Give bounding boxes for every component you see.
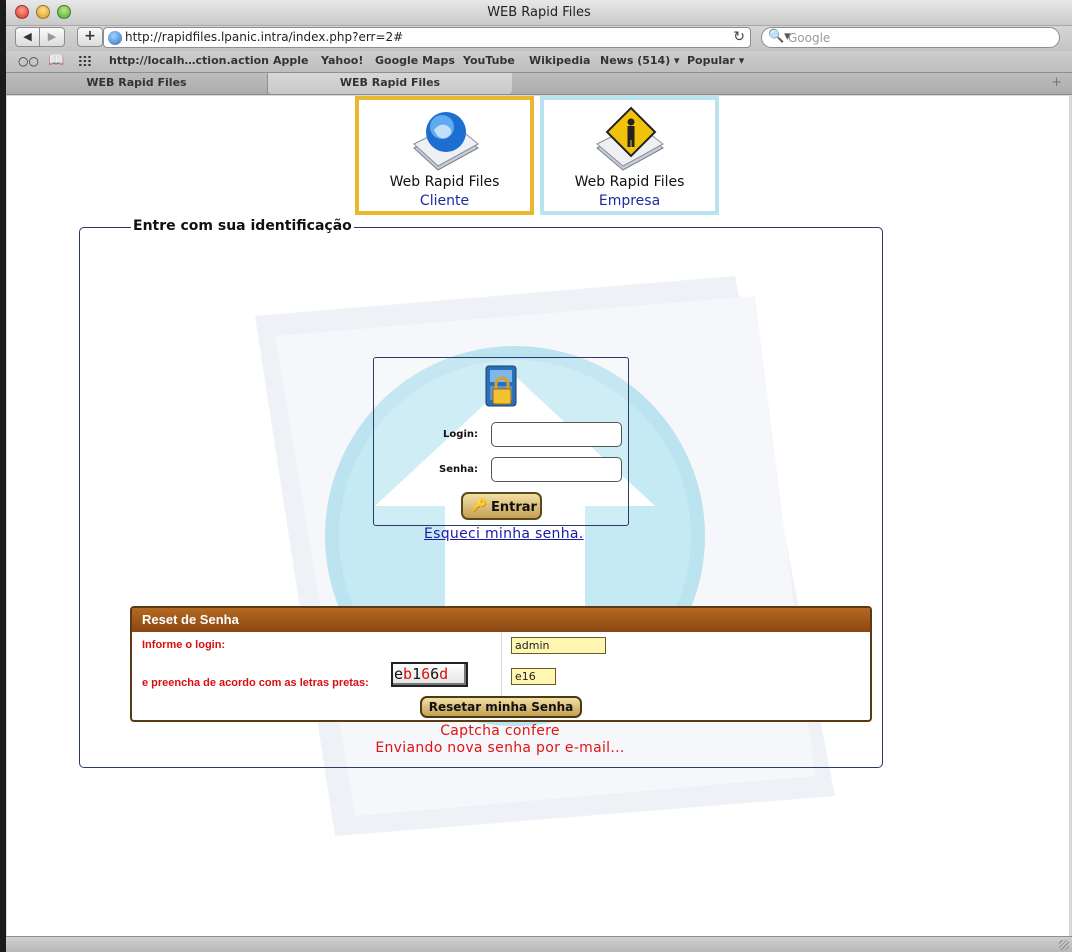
tab-web-rapid-files-1[interactable]: WEB Rapid Files	[6, 73, 268, 94]
add-bookmark-button[interactable]: +	[77, 27, 103, 47]
title-bar: WEB Rapid Files	[6, 0, 1072, 26]
captcha-char: 6	[421, 665, 431, 683]
bookmarks-bar: ○○ 📖 http://localh…ction.action Apple Ya…	[6, 51, 1072, 73]
cliente-tile[interactable]: Web Rapid Files Cliente	[355, 96, 534, 215]
address-bar[interactable]: http://rapidfiles.lpanic.intra/index.php…	[103, 27, 751, 48]
bookmark-item[interactable]: http://localh…ction.action	[109, 54, 269, 67]
bookmark-item[interactable]: Apple	[273, 54, 309, 67]
reset-panel-title: Reset de Senha	[142, 612, 239, 627]
informe-login-label: Informe o login:	[142, 639, 226, 651]
cliente-tile-title: Web Rapid Files	[389, 174, 500, 190]
forgot-password-link[interactable]: Esqueci minha senha.	[424, 526, 584, 542]
status-bar	[6, 936, 1072, 952]
reset-panel-header: Reset de Senha	[132, 608, 870, 632]
cliente-tile-subtitle: Cliente	[419, 193, 470, 209]
empresa-tile-title: Web Rapid Files	[574, 174, 685, 190]
page-content: Web Rapid Files Cliente Web Rapid Files …	[7, 96, 1069, 936]
reset-password-panel: Reset de Senha Informe o login: e preenc…	[130, 606, 872, 722]
reading-list-icon[interactable]: ○○	[18, 54, 39, 68]
new-tab-icon[interactable]: +	[1051, 75, 1062, 90]
toolbar: ◀ ▶ + http://rapidfiles.lpanic.intra/ind…	[6, 26, 1072, 51]
captcha-image: eb166d	[391, 662, 468, 687]
resize-grip-icon[interactable]	[1059, 940, 1069, 950]
bookmark-item[interactable]: Popular ▾	[687, 54, 744, 67]
reload-icon[interactable]: ↻	[733, 29, 745, 45]
forward-button[interactable]: ▶	[40, 27, 65, 47]
identification-legend: Entre com sua identificação	[131, 218, 354, 234]
bookmark-item[interactable]: News (514) ▾	[600, 54, 680, 67]
person-sign-document-icon	[595, 106, 664, 171]
globe-icon	[108, 31, 122, 45]
top-sites-grid-icon[interactable]	[78, 55, 92, 67]
bookmarks-book-icon[interactable]: 📖	[48, 53, 64, 68]
empresa-tile-subtitle: Empresa	[598, 193, 661, 209]
reset-divider	[501, 632, 502, 696]
reset-password-button[interactable]: Resetar minha Senha	[420, 696, 582, 718]
bookmark-item[interactable]: Google Maps	[375, 54, 455, 67]
browser-window: WEB Rapid Files ◀ ▶ + http://rapidfiles.…	[6, 0, 1072, 952]
entrar-button-label: Entrar	[491, 500, 537, 515]
search-field[interactable]: 🔍▾ Google	[761, 27, 1060, 48]
lock-cabinet-icon	[485, 365, 517, 407]
reset-login-input[interactable]: admin	[511, 637, 606, 654]
bookmark-item[interactable]: Wikipedia	[529, 54, 590, 67]
login-label: Login:	[443, 429, 478, 440]
captcha-char: 6	[430, 665, 440, 683]
tab-web-rapid-files-2[interactable]: WEB Rapid Files	[268, 73, 512, 94]
tab-bar: WEB Rapid Files WEB Rapid Files +	[6, 73, 1072, 95]
back-button[interactable]: ◀	[15, 27, 40, 47]
window-title: WEB Rapid Files	[487, 5, 591, 20]
captcha-char: b	[403, 665, 413, 683]
bookmark-item[interactable]: Yahoo!	[321, 54, 363, 67]
bookmark-item[interactable]: YouTube	[463, 54, 515, 67]
key-icon: 🔑	[472, 498, 487, 512]
password-input[interactable]	[491, 457, 622, 482]
captcha-instruction-label: e preencha de acordo com as letras preta…	[142, 677, 369, 689]
url-text[interactable]: http://rapidfiles.lpanic.intra/index.php…	[125, 30, 403, 44]
captcha-input[interactable]: e16	[511, 668, 556, 685]
empresa-tile[interactable]: Web Rapid Files Empresa	[540, 96, 719, 215]
login-form: Login: Senha: 🔑 Entrar	[373, 357, 629, 526]
captcha-char: d	[439, 665, 449, 683]
captcha-status-message: Captcha confere	[440, 723, 560, 739]
globe-document-icon	[412, 112, 479, 171]
login-input[interactable]	[491, 422, 622, 447]
search-placeholder: Google	[788, 31, 831, 45]
captcha-char: 1	[412, 665, 422, 683]
entrar-button[interactable]: 🔑 Entrar	[461, 492, 542, 520]
senha-label: Senha:	[439, 464, 478, 475]
email-status-message: Enviando nova senha por e-mail...	[375, 740, 625, 756]
captcha-char: e	[394, 665, 404, 683]
